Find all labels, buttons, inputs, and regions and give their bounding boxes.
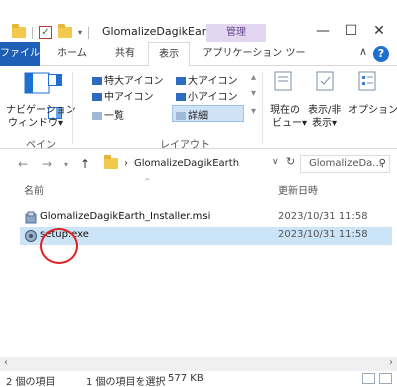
chevron-right-icon: ›	[124, 158, 128, 169]
grid-icon	[92, 77, 102, 85]
scroll-up-icon[interactable]: ▴	[251, 72, 256, 83]
extra-large-icons-option[interactable]: 特大アイコン	[92, 72, 164, 87]
search-box[interactable]: GlomalizeDa... ⚲	[300, 155, 390, 173]
file-row[interactable]: GlomalizeDagikEarth_Installer.msi 2023/1…	[20, 209, 392, 227]
collapse-ribbon-icon[interactable]: ∧	[359, 45, 367, 58]
grid-icon	[176, 93, 186, 101]
divider	[262, 72, 263, 144]
divider	[32, 26, 33, 39]
navigation-pane-icon[interactable]	[24, 72, 50, 94]
large-icons-option[interactable]: 大アイコン	[176, 72, 238, 87]
status-bar: 2 個の項目 1 個の項目を選択 577 KB	[0, 371, 397, 387]
file-date: 2023/10/31 11:58	[278, 229, 368, 240]
window-title: GlomalizeDagikEarth	[102, 25, 218, 38]
title-bar: ✓ ▾ GlomalizeDagikEarth 管理 — ☐ ✕	[0, 0, 397, 42]
show-hide-dropdown[interactable]: 表示▾	[312, 114, 337, 129]
file-explorer-window: ✓ ▾ GlomalizeDagikEarth 管理 — ☐ ✕ ファイル ホー…	[0, 0, 397, 387]
sort-indicator-icon: ^	[144, 177, 151, 186]
tab-share[interactable]: 共有	[110, 42, 140, 66]
minimize-button[interactable]: —	[311, 21, 335, 41]
tab-home[interactable]: ホーム	[54, 42, 90, 66]
list-option[interactable]: 一覧	[92, 107, 124, 122]
expand-layout-icon[interactable]: ▾	[251, 106, 256, 117]
recent-locations-icon[interactable]: ▾	[64, 160, 68, 169]
search-icon: ⚲	[378, 158, 386, 169]
manage-context-tab[interactable]: 管理	[206, 24, 266, 42]
folder-icon	[104, 154, 118, 169]
grid-icon	[176, 77, 186, 85]
item-count: 2 個の項目	[6, 377, 56, 387]
quick-access-dropdown-icon[interactable]: ▾	[78, 28, 82, 37]
maximize-button[interactable]: ☐	[339, 21, 363, 41]
horizontal-scrollbar[interactable]: ‹ ›	[0, 357, 397, 371]
tab-application-tools[interactable]: アプリケーション ツール	[202, 42, 306, 83]
tab-file[interactable]: ファイル	[0, 42, 40, 66]
highlight-circle	[40, 228, 78, 264]
options-button[interactable]: オプション	[348, 101, 397, 116]
current-view-icon[interactable]	[272, 70, 294, 92]
ribbon-tabs: ファイル ホーム 共有 表示 アプリケーション ツール ∧ ?	[0, 42, 397, 83]
refresh-icon[interactable]: ↻	[286, 155, 295, 168]
address-dropdown-icon[interactable]: ∨	[272, 157, 279, 167]
details-icon	[176, 112, 186, 120]
quick-access-toolbar: ✓ ▾	[12, 24, 90, 39]
back-arrow-icon[interactable]: ←	[18, 157, 28, 171]
current-view-dropdown[interactable]: ビュー▾	[272, 114, 307, 129]
details-option[interactable]: 詳細	[176, 107, 208, 122]
divider	[88, 26, 90, 39]
file-name: GlomalizeDagikEarth_Installer.msi	[40, 211, 211, 222]
preview-pane-icon[interactable]	[48, 74, 62, 86]
list-icon	[92, 112, 102, 120]
options-icon[interactable]	[356, 70, 378, 92]
scroll-left-icon[interactable]: ‹	[4, 357, 8, 368]
scroll-down-icon[interactable]: ▾	[251, 88, 256, 99]
navigation-pane-dropdown[interactable]: ウィンドウ▾	[8, 114, 63, 129]
medium-icons-option[interactable]: 中アイコン	[92, 88, 154, 103]
help-icon[interactable]: ?	[373, 46, 389, 62]
ribbon: ナビゲーション ウィンドウ▾ ペイン 特大アイコン 大アイコン 中アイコン 小ア…	[0, 66, 397, 151]
show-hide-icon[interactable]	[314, 70, 336, 92]
forward-arrow-icon[interactable]: →	[42, 157, 52, 171]
column-header-name[interactable]: 名前	[24, 182, 44, 197]
selection-count: 1 個の項目を選択	[86, 377, 166, 387]
new-folder-icon[interactable]	[58, 24, 72, 38]
grid-icon	[92, 93, 102, 101]
small-icons-option[interactable]: 小アイコン	[176, 88, 238, 103]
divider	[72, 72, 73, 144]
scroll-right-icon[interactable]: ›	[389, 357, 393, 368]
column-header-date[interactable]: 更新日時	[278, 182, 318, 197]
address-path[interactable]: › GlomalizeDagikEarth	[104, 154, 294, 173]
setup-exe-icon	[25, 230, 37, 242]
file-date: 2023/10/31 11:58	[278, 211, 368, 222]
folder-icon	[12, 24, 26, 38]
tab-view[interactable]: 表示	[148, 42, 190, 67]
msi-installer-icon	[25, 211, 37, 224]
selection-size: 577 KB	[168, 373, 204, 384]
up-arrow-icon[interactable]: ↑	[80, 157, 90, 171]
close-button[interactable]: ✕	[367, 21, 391, 41]
details-view-toggle-icon[interactable]	[362, 373, 375, 384]
large-icons-view-toggle-icon[interactable]	[379, 373, 392, 384]
properties-check-icon[interactable]: ✓	[39, 26, 52, 39]
